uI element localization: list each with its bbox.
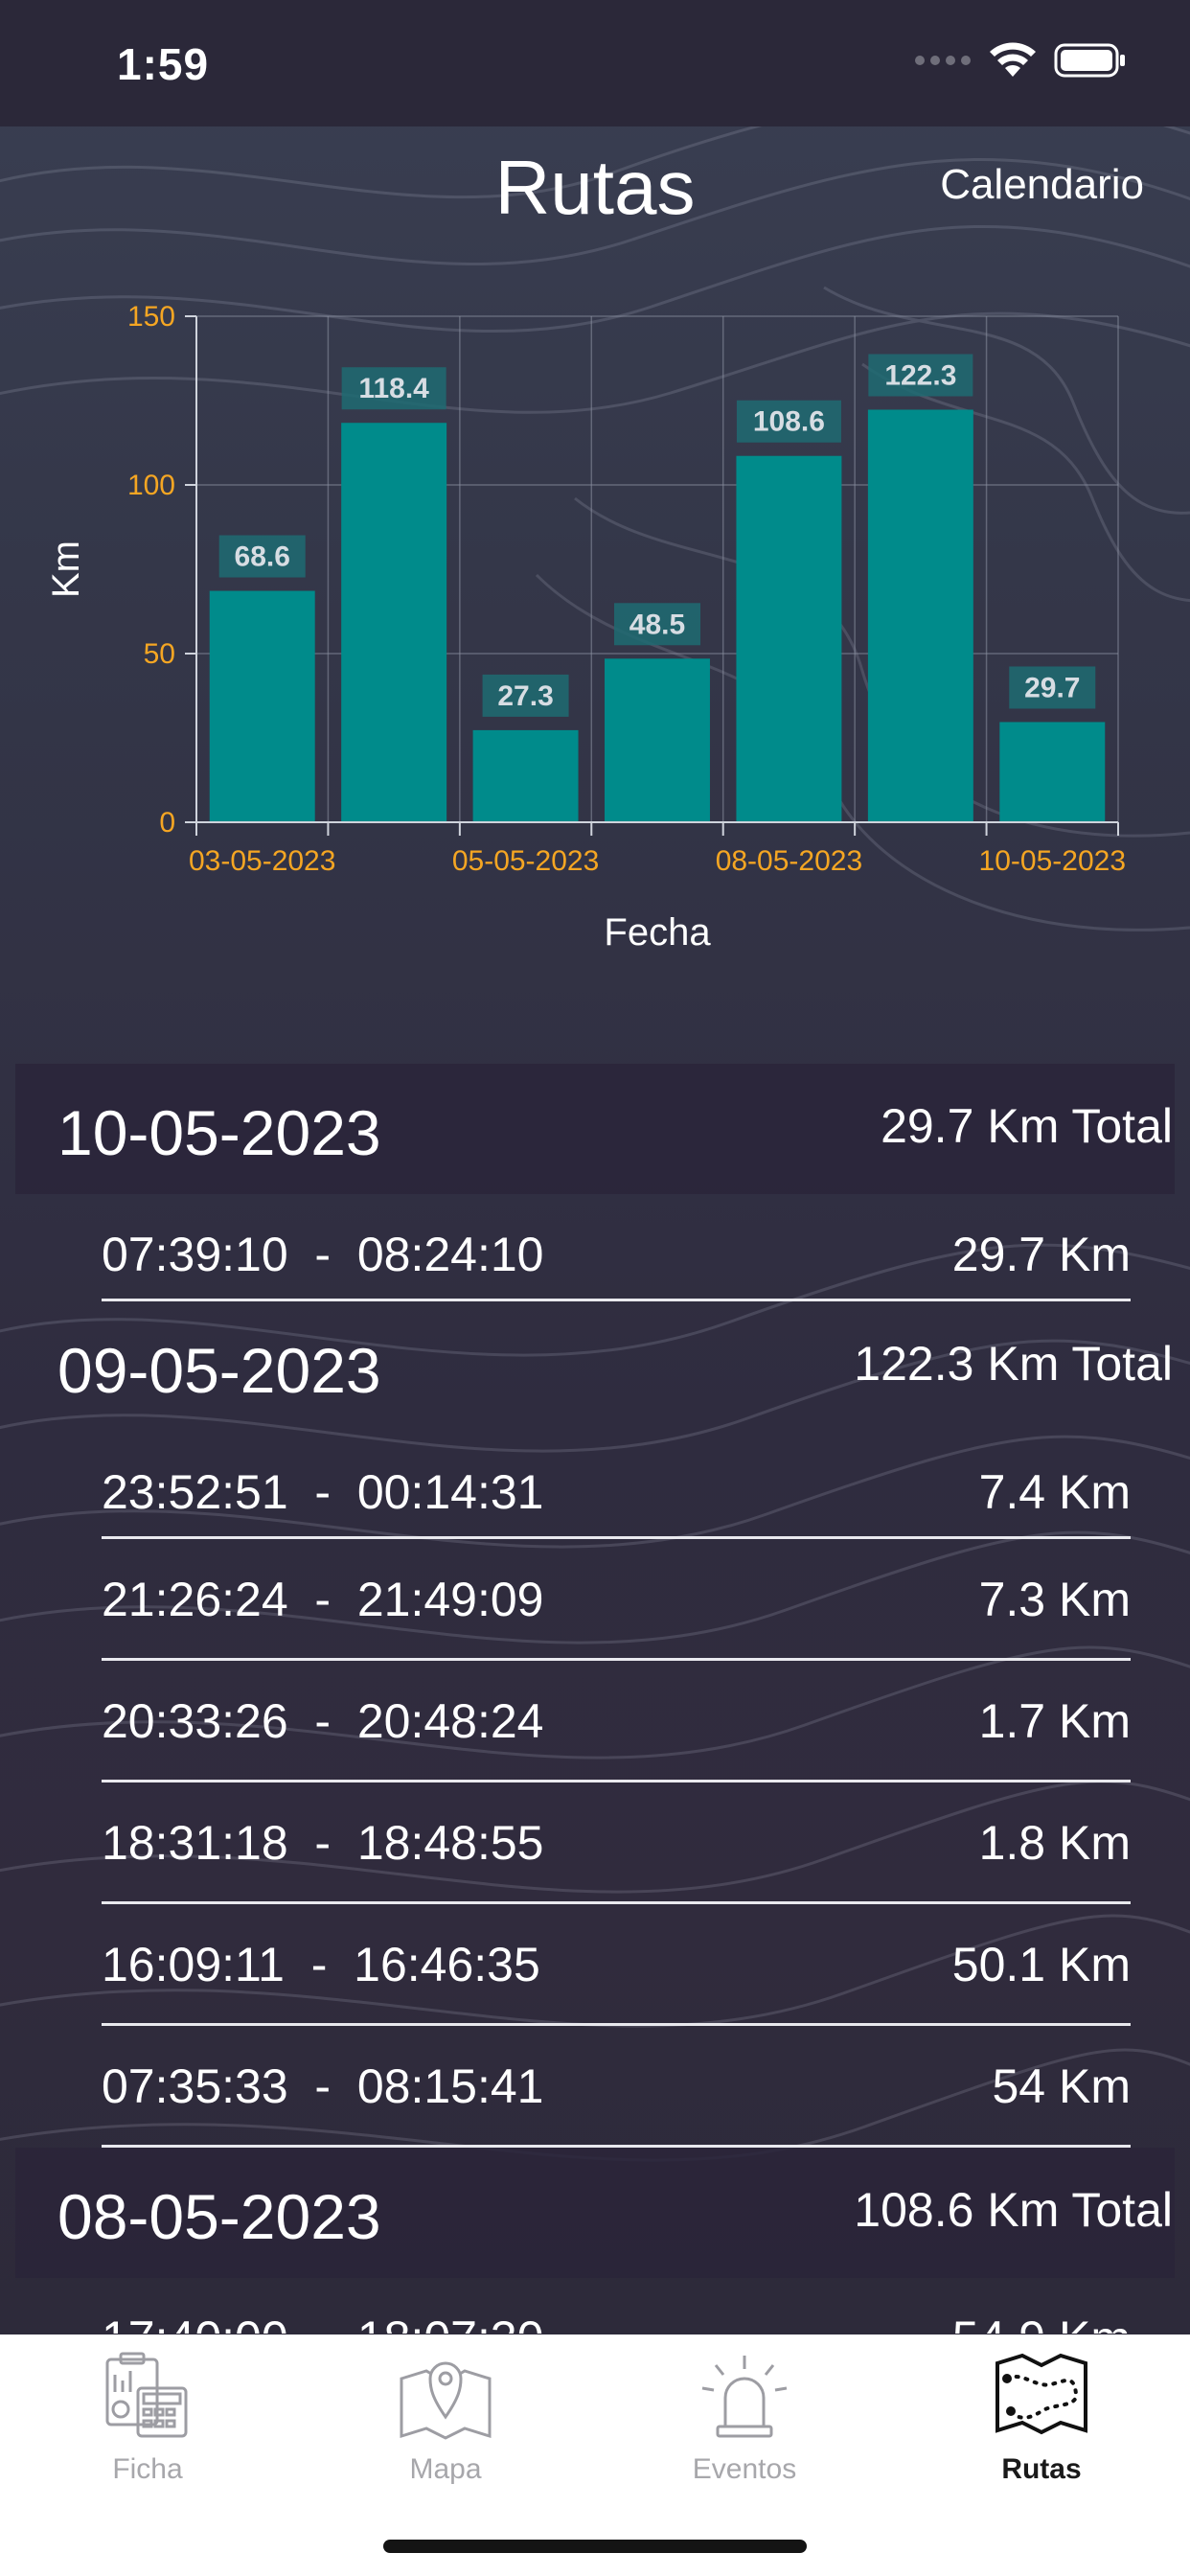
route-distance: 29.7 Km bbox=[951, 1228, 1131, 1281]
route-row[interactable]: 20:33:26 - 20:48:24 1.7 Km bbox=[102, 1661, 1131, 1782]
route-row[interactable]: 17:40:00 - 18:07:30 54.9 Km bbox=[102, 2278, 1131, 2334]
calendar-button[interactable]: Calendario bbox=[940, 161, 1144, 209]
y-tick-label: 50 bbox=[144, 638, 175, 670]
home-indicator bbox=[383, 2540, 807, 2553]
route-distance: 54 Km bbox=[992, 2059, 1131, 2113]
day-total: 108.6 Km Total bbox=[854, 2182, 1173, 2238]
alarm-light-icon bbox=[701, 2356, 788, 2438]
status-time: 1:59 bbox=[117, 39, 210, 89]
day-date: 08-05-2023 bbox=[57, 2181, 381, 2252]
bar-value-label: 108.6 bbox=[753, 406, 825, 438]
x-axis-title: Fecha bbox=[604, 911, 711, 954]
tab-eventos[interactable]: Eventos bbox=[629, 2334, 859, 2497]
day-total-unit: Km Total bbox=[987, 1099, 1173, 1153]
day-total: 122.3 Km Total bbox=[854, 1336, 1173, 1392]
bar-value-label: 118.4 bbox=[358, 373, 429, 404]
route-row[interactable]: 21:26:24 - 21:49:09 7.3 Km bbox=[102, 1539, 1131, 1661]
app-screen: 1:59 Rutas Calendario 68.6 118.4 27.3 48.5 1… bbox=[0, 0, 1190, 2576]
y-tick-label: 100 bbox=[127, 470, 175, 501]
battery-icon bbox=[1054, 43, 1125, 78]
route-row[interactable]: 07:39:10 - 08:24:10 29.7 Km bbox=[102, 1194, 1131, 1301]
y-tick-label: 0 bbox=[159, 807, 175, 839]
tab-ficha[interactable]: Ficha bbox=[33, 2334, 263, 2497]
route-time-range: 18:31:18 - 18:48:55 bbox=[102, 1816, 544, 1870]
route-row[interactable]: 18:31:18 - 18:48:55 1.8 Km bbox=[102, 1782, 1131, 1904]
day-header: 09-05-2023 122.3 Km Total bbox=[15, 1301, 1175, 1432]
route-distance: 50.1 Km bbox=[951, 1938, 1131, 1991]
wifi-icon bbox=[990, 42, 1036, 77]
x-tick-label: 10-05-2023 bbox=[979, 845, 1126, 877]
day-group: 08-05-2023 108.6 Km Total 17:40:00 - 18:07… bbox=[0, 2148, 1190, 2334]
chart-bar bbox=[867, 409, 973, 822]
chart-bar bbox=[209, 590, 315, 822]
x-tick-label: 05-05-2023 bbox=[452, 845, 599, 877]
routes-bar-chart: 68.6 118.4 27.3 48.5 108.6 122.3 29.7 0 50 100 150… bbox=[45, 301, 1126, 954]
x-tick-label: 08-05-2023 bbox=[716, 845, 862, 877]
day-date: 10-05-2023 bbox=[57, 1097, 381, 1168]
route-time-range: 21:26:24 - 21:49:09 bbox=[102, 1573, 544, 1626]
tab-rutas[interactable]: Rutas bbox=[927, 2334, 1156, 2497]
day-total-unit: Km Total bbox=[987, 1337, 1173, 1391]
chart-bar bbox=[736, 455, 842, 822]
tab-mapa-label: Mapa bbox=[409, 2453, 482, 2485]
status-icons bbox=[914, 42, 1127, 79]
day-group: 10-05-2023 29.7 Km Total 07:39:10 - 08:24:… bbox=[0, 1064, 1190, 1301]
route-distance: 54.9 Km bbox=[952, 2311, 1131, 2334]
day-date: 09-05-2023 bbox=[57, 1335, 381, 1406]
route-row[interactable]: 07:35:33 - 08:15:41 54 Km bbox=[102, 2026, 1131, 2148]
chart-bar bbox=[341, 423, 447, 822]
day-group: 09-05-2023 122.3 Km Total 23:52:51 - 00:14… bbox=[0, 1301, 1190, 2148]
route-time-range: 20:33:26 - 20:48:24 bbox=[102, 1694, 544, 1748]
route-row[interactable]: 16:09:11 - 16:46:35 50.1 Km bbox=[102, 1904, 1131, 2026]
route-map-icon bbox=[995, 2353, 1087, 2435]
x-tick-label: 03-05-2023 bbox=[189, 845, 335, 877]
day-header: 10-05-2023 29.7 Km Total bbox=[15, 1064, 1175, 1194]
y-axis-title: Km bbox=[45, 540, 87, 598]
day-total-value: 108.6 bbox=[854, 2183, 974, 2237]
day-header: 08-05-2023 108.6 Km Total bbox=[15, 2148, 1175, 2278]
bar-value-label: 122.3 bbox=[884, 360, 956, 392]
day-total-value: 29.7 bbox=[881, 1099, 974, 1153]
y-tick-label: 150 bbox=[127, 301, 175, 333]
route-distance: 7.3 Km bbox=[978, 1573, 1131, 1626]
route-row[interactable]: 23:52:51 - 00:14:31 7.4 Km bbox=[102, 1432, 1131, 1539]
route-time-range: 23:52:51 - 00:14:31 bbox=[102, 1465, 544, 1519]
tab-mapa[interactable]: Mapa bbox=[331, 2334, 561, 2497]
route-time-range: 07:35:33 - 08:15:41 bbox=[102, 2059, 544, 2113]
chart-bar bbox=[472, 729, 579, 822]
day-total-unit: Km Total bbox=[987, 2183, 1173, 2237]
bar-value-label: 68.6 bbox=[235, 541, 290, 573]
route-list[interactable]: 10-05-2023 29.7 Km Total 07:39:10 - 08:24:… bbox=[0, 1064, 1190, 2334]
route-distance: 1.8 Km bbox=[978, 1816, 1131, 1870]
chart-bar bbox=[999, 722, 1106, 822]
route-distance: 1.7 Km bbox=[978, 1694, 1131, 1748]
signal-icon bbox=[915, 56, 971, 65]
map-pin-icon bbox=[400, 2361, 492, 2440]
status-bar: 1:59 bbox=[0, 0, 1190, 126]
chart-bar bbox=[605, 658, 710, 822]
bar-value-label: 27.3 bbox=[497, 680, 553, 712]
day-total-value: 122.3 bbox=[854, 1337, 974, 1391]
bar-value-label: 48.5 bbox=[629, 609, 685, 640]
route-time-range: 16:09:11 - 16:46:35 bbox=[102, 1938, 540, 1991]
clipboard-calculator-icon bbox=[105, 2352, 188, 2438]
tab-ficha-label: Ficha bbox=[112, 2453, 183, 2485]
route-time-range: 17:40:00 - 18:07:30 bbox=[102, 2311, 543, 2334]
day-total: 29.7 Km Total bbox=[881, 1098, 1173, 1154]
route-time-range: 07:39:10 - 08:24:10 bbox=[102, 1228, 544, 1281]
route-distance: 7.4 Km bbox=[978, 1465, 1131, 1519]
tab-eventos-label: Eventos bbox=[692, 2453, 797, 2485]
tab-rutas-label: Rutas bbox=[1001, 2453, 1082, 2485]
bar-value-label: 29.7 bbox=[1024, 672, 1080, 703]
